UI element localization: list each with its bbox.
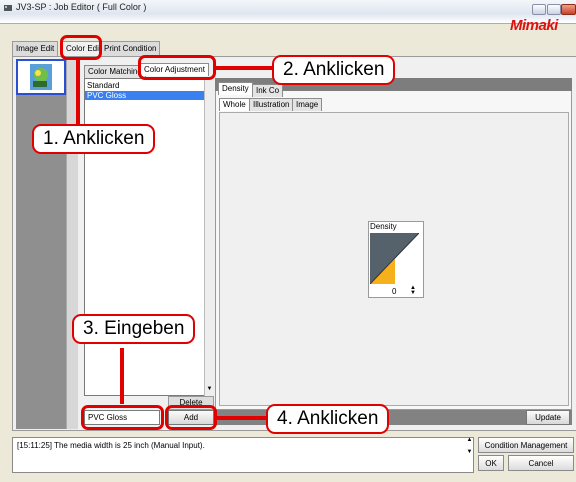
highlight-add-button	[165, 405, 217, 430]
density-spinner-icon[interactable]: ▲ ▼	[410, 285, 418, 296]
callout-step3: 3. Eingeben	[72, 314, 196, 344]
thumbnail-image-icon	[18, 61, 64, 93]
tab-illustration[interactable]: Illustration	[249, 98, 294, 111]
tab-ink-correction[interactable]: Ink Co	[252, 84, 284, 97]
highlight-name-input	[81, 405, 164, 430]
callout-step2: 2. Anklicken	[272, 55, 396, 85]
highlight-color-adjustment	[138, 55, 216, 80]
callout-step1: 1. Anklicken	[32, 124, 156, 154]
close-button[interactable]	[561, 4, 576, 15]
tab-print-condition[interactable]: Print Condition	[100, 41, 161, 56]
callout-connector	[120, 348, 124, 404]
tab-density[interactable]: Density	[218, 82, 253, 95]
tab-image-edit[interactable]: Image Edit	[12, 41, 59, 56]
list-item-selected[interactable]: PVC Gloss	[85, 91, 205, 100]
callout-step4: 4. Anklicken	[266, 404, 390, 434]
density-value[interactable]: 0	[392, 287, 396, 296]
highlight-color-edit	[60, 35, 102, 60]
density-curve-graph[interactable]	[370, 233, 419, 284]
ok-button[interactable]: OK	[478, 455, 504, 471]
callout-connector	[216, 66, 274, 70]
app-icon	[4, 5, 12, 11]
update-button[interactable]: Update	[526, 410, 570, 425]
scroll-down-icon[interactable]: ▼	[204, 386, 215, 396]
log-scroll-icon[interactable]: ▲ ▼	[465, 437, 474, 473]
tab-color-matching[interactable]: Color Matching	[84, 65, 146, 78]
density-label: Density	[370, 222, 397, 231]
image-thumbnail[interactable]	[16, 59, 66, 95]
callout-connector	[76, 60, 80, 124]
message-log: [15:11:25] The media width is 25 inch (M…	[12, 437, 474, 473]
cancel-button[interactable]: Cancel	[508, 455, 574, 471]
tab-image[interactable]: Image	[292, 98, 323, 111]
tab-whole[interactable]: Whole	[219, 98, 250, 111]
condition-management-button[interactable]: Condition Management	[478, 437, 574, 453]
list-item[interactable]: Standard	[87, 81, 119, 90]
mimaki-logo: Mimaki	[510, 17, 558, 34]
list-scrollbar[interactable]	[204, 78, 215, 396]
minimize-button[interactable]	[532, 4, 546, 15]
window-title: JV3-SP : Job Editor ( Full Color )	[16, 2, 147, 12]
maximize-button[interactable]	[547, 4, 561, 15]
callout-connector	[217, 416, 269, 420]
